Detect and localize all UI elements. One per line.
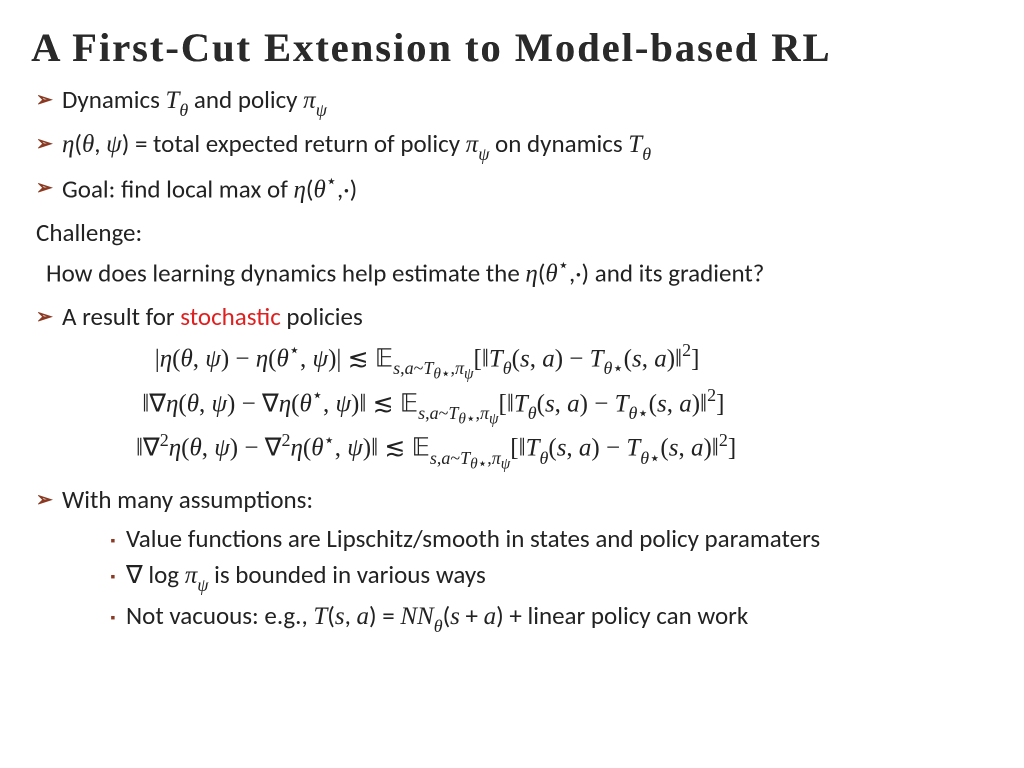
math: ⋆	[326, 170, 337, 192]
text: Value functions are Lipschitz/smooth in …	[126, 522, 996, 555]
t: Dynamics	[62, 84, 166, 115]
challenge-label: Challenge:	[36, 216, 996, 249]
math: ψ	[478, 144, 489, 164]
t: How does learning dynamics help estimate…	[46, 257, 525, 288]
math: T	[628, 131, 642, 158]
equation-hess-eta: ‖∇2η(θ, ψ) − ∇2η(θ⋆, ψ)‖ ≲ 𝔼s,a~Tθ⋆,πψ[‖…	[136, 428, 996, 473]
t: and policy	[188, 84, 303, 115]
math: θ	[434, 616, 443, 636]
t: and its gradient?	[589, 257, 764, 288]
t: A result for	[62, 301, 180, 332]
text: With many assumptions:	[62, 483, 996, 516]
math: a	[357, 603, 370, 630]
sub-lipschitz: ▪ Value functions are Lipschitz/smooth i…	[100, 522, 996, 555]
bullet-dynamics-policy: ➢ Dynamics Tθ and policy πψ	[36, 83, 996, 121]
text: Dynamics Tθ and policy πψ	[62, 83, 996, 121]
math: ψ	[106, 131, 122, 158]
t: is bounded in various ways	[208, 559, 485, 590]
math: θ	[642, 144, 651, 164]
sub-not-vacuous: ▪ Not vacuous: e.g., T(s, a) = NNθ(s + a…	[100, 599, 996, 637]
bullet-assumptions: ➢ With many assumptions:	[36, 483, 996, 516]
bullet-stochastic: ➢ A result for stochastic policies	[36, 300, 996, 333]
math: θ	[545, 260, 557, 287]
math: s	[450, 603, 460, 630]
bullet-eta-defn: ➢ η(θ, ψ) = total expected return of pol…	[36, 127, 996, 165]
text: ∇ log πψ is bounded in various ways	[126, 558, 996, 596]
math: T	[313, 603, 327, 630]
slide-body: ➢ Dynamics Tθ and policy πψ ➢ η(θ, ψ) = …	[36, 83, 996, 637]
sub-grad-log-bounded: ▪ ∇ log πψ is bounded in various ways	[100, 558, 996, 596]
slide: A First-Cut Extension to Model-based RL …	[0, 0, 1024, 768]
t: policies	[281, 301, 363, 332]
math: a	[484, 603, 497, 630]
text: η(θ, ψ) = total expected return of polic…	[62, 127, 996, 165]
math: θ	[179, 100, 188, 120]
math: s	[335, 603, 345, 630]
math: ψ	[197, 575, 208, 595]
bullet-icon: ➢	[36, 83, 62, 113]
math: ψ	[316, 100, 327, 120]
highlight-stochastic: stochastic	[180, 301, 281, 332]
math: θ	[313, 176, 325, 203]
math: π	[303, 87, 316, 114]
t: Not vacuous: e.g.,	[126, 600, 313, 631]
math: η	[525, 260, 537, 287]
bullet-icon: ➢	[36, 127, 62, 157]
bullet-goal: ➢ Goal: find local max of η(θ⋆,·)	[36, 171, 996, 206]
equation-eta: |η(θ, ψ) − η(θ⋆, ψ)| ≲ 𝔼s,a~Tθ⋆,πψ[‖Tθ(s…	[136, 339, 996, 384]
math: η	[62, 131, 74, 158]
t: Goal: find local max of	[62, 173, 293, 204]
math: π	[466, 131, 479, 158]
text: A result for stochastic policies	[62, 300, 996, 333]
assumption-sublist: ▪ Value functions are Lipschitz/smooth i…	[100, 522, 996, 637]
bullet-icon: ➢	[36, 483, 62, 513]
t: + linear policy can work	[504, 600, 749, 631]
square-icon: ▪	[100, 599, 126, 626]
math: θ	[82, 131, 94, 158]
math: π	[185, 562, 198, 589]
t: = total expected return of policy	[129, 128, 465, 159]
square-icon: ▪	[100, 522, 126, 549]
t: on dynamics	[489, 128, 628, 159]
math: η	[293, 176, 305, 203]
text: Goal: find local max of η(θ⋆,·)	[62, 171, 996, 206]
square-icon: ▪	[100, 558, 126, 585]
math: ⋆	[558, 254, 569, 276]
bullet-icon: ➢	[36, 300, 62, 330]
text: Not vacuous: e.g., T(s, a) = NNθ(s + a) …	[126, 599, 996, 637]
equation-block: |η(θ, ψ) − η(θ⋆, ψ)| ≲ 𝔼s,a~Tθ⋆,πψ[‖Tθ(s…	[136, 339, 996, 473]
challenge-text: How does learning dynamics help estimate…	[46, 255, 996, 290]
slide-title: A First-Cut Extension to Model-based RL	[31, 24, 1001, 71]
equation-grad-eta: ‖∇η(θ, ψ) − ∇η(θ⋆, ψ)‖ ≲ 𝔼s,a~Tθ⋆,πψ[‖Tθ…	[136, 384, 996, 429]
math: T	[166, 87, 180, 114]
math: NN	[400, 603, 433, 630]
bullet-icon: ➢	[36, 171, 62, 201]
